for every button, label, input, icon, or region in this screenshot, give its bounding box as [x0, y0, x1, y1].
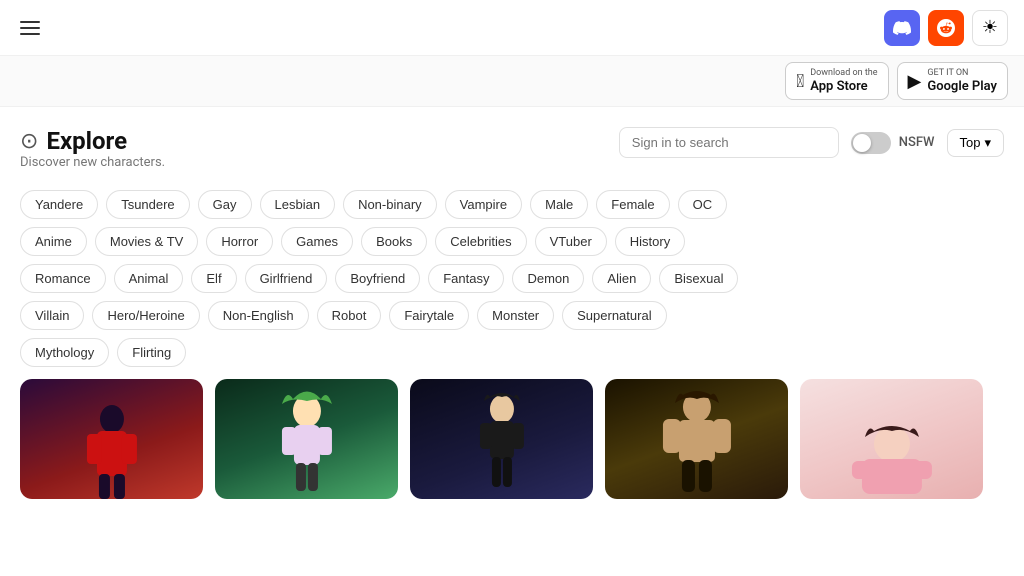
- reddit-button[interactable]: [928, 10, 964, 46]
- tag-supernatural[interactable]: Supernatural: [562, 301, 666, 330]
- character-cards: [20, 379, 1004, 499]
- character-card[interactable]: [20, 379, 203, 499]
- tag-anime[interactable]: Anime: [20, 227, 87, 256]
- tag-female[interactable]: Female: [596, 190, 669, 219]
- sort-label: Top: [960, 135, 981, 150]
- tag-gay[interactable]: Gay: [198, 190, 252, 219]
- tag-books[interactable]: Books: [361, 227, 427, 256]
- tag-history[interactable]: History: [615, 227, 685, 256]
- tags-row-1: Yandere Tsundere Gay LesbianNon-binary Vampi…: [20, 190, 1004, 219]
- tag-fairytale[interactable]: Fairytale: [389, 301, 469, 330]
- character-card[interactable]: [410, 379, 593, 499]
- tag-lesbian[interactable]: Lesbian: [260, 190, 336, 219]
- sort-button[interactable]: Top ▾: [947, 129, 1005, 157]
- apple-icon: : [796, 71, 804, 92]
- card-figure: [437, 391, 565, 499]
- google-play-small-text: GET IT ON: [927, 68, 997, 79]
- controls-right: NSFW Top ▾: [619, 127, 1004, 158]
- discord-button[interactable]: [884, 10, 920, 46]
- tags-row-5: Mythology Flirting: [20, 338, 1004, 367]
- header-right: ☀: [884, 10, 1008, 46]
- google-play-badge[interactable]: ▶ GET IT ON Google Play: [897, 62, 1008, 100]
- tag-vtuber[interactable]: VTuber: [535, 227, 607, 256]
- tag-non-binary[interactable]: Non-binary: [343, 190, 437, 219]
- tag-alien[interactable]: Alien: [592, 264, 651, 293]
- tag-bisexual[interactable]: Bisexual: [659, 264, 738, 293]
- tag-movies---tv[interactable]: Movies & TV: [95, 227, 198, 256]
- theme-icon: ☀: [982, 17, 998, 38]
- explore-subtitle: Discover new characters.: [20, 155, 165, 170]
- header: ☀: [0, 0, 1024, 56]
- nsfw-toggle[interactable]: [851, 132, 891, 154]
- google-play-name: Google Play: [927, 79, 997, 95]
- main-content: ⊙ Explore Discover new characters. NSFW …: [0, 107, 1024, 499]
- tag-tsundere[interactable]: Tsundere: [106, 190, 189, 219]
- tag-girlfriend[interactable]: Girlfriend: [245, 264, 328, 293]
- card-figure: [632, 391, 760, 499]
- tag-male[interactable]: Male: [530, 190, 588, 219]
- explore-icon: ⊙: [20, 129, 38, 154]
- app-store-name: App Store: [810, 79, 877, 95]
- app-store-small-text: Download on the: [810, 68, 877, 79]
- character-card[interactable]: [800, 379, 983, 499]
- card-figure: [242, 391, 370, 499]
- tag-demon[interactable]: Demon: [512, 264, 584, 293]
- store-bar:  Download on the App Store ▶ GET IT ON …: [0, 56, 1024, 107]
- search-input[interactable]: [619, 127, 839, 158]
- tag-horror[interactable]: Horror: [206, 227, 273, 256]
- chevron-down-icon: ▾: [984, 135, 991, 151]
- menu-button[interactable]: [16, 17, 44, 39]
- tag-hero-heroine[interactable]: Hero/Heroine: [92, 301, 199, 330]
- tag-boyfriend[interactable]: Boyfriend: [335, 264, 420, 293]
- explore-header: ⊙ Explore Discover new characters. NSFW …: [20, 127, 1004, 184]
- tags-row-2: Anime Movies & TV Horror Games Books Celebrit…: [20, 227, 1004, 256]
- tag-celebrities[interactable]: Celebrities: [435, 227, 526, 256]
- tag-mythology[interactable]: Mythology: [20, 338, 109, 367]
- character-card[interactable]: [215, 379, 398, 499]
- header-left: [16, 17, 44, 39]
- tag-yandere[interactable]: Yandere: [20, 190, 98, 219]
- tag-robot[interactable]: Robot: [317, 301, 382, 330]
- tags-row-4: Villain Hero/Heroine Non-English RobotFairy…: [20, 301, 1004, 330]
- tag-non-english[interactable]: Non-English: [208, 301, 309, 330]
- page-title: Explore: [46, 127, 127, 155]
- tag-fantasy[interactable]: Fantasy: [428, 264, 504, 293]
- theme-toggle-button[interactable]: ☀: [972, 10, 1008, 46]
- google-play-icon: ▶: [908, 71, 922, 92]
- character-card[interactable]: [605, 379, 788, 499]
- nsfw-control: NSFW: [851, 132, 935, 154]
- tag-romance[interactable]: Romance: [20, 264, 106, 293]
- tag-flirting[interactable]: Flirting: [117, 338, 186, 367]
- explore-title-row: ⊙ Explore: [20, 127, 165, 155]
- tags-row-3: Romance AnimalElf GirlfriendBoyfriend Fanta…: [20, 264, 1004, 293]
- tag-games[interactable]: Games: [281, 227, 353, 256]
- card-figure: [827, 391, 955, 499]
- tag-villain[interactable]: Villain: [20, 301, 84, 330]
- tags-section: Yandere Tsundere Gay LesbianNon-binary Vampi…: [20, 190, 1004, 367]
- tag-elf[interactable]: Elf: [191, 264, 236, 293]
- nsfw-label: NSFW: [899, 135, 935, 150]
- tag-oc[interactable]: OC: [678, 190, 728, 219]
- tag-vampire[interactable]: Vampire: [445, 190, 522, 219]
- card-figure: [47, 391, 175, 499]
- tag-animal[interactable]: Animal: [114, 264, 184, 293]
- app-store-badge[interactable]:  Download on the App Store: [785, 62, 888, 100]
- tag-monster[interactable]: Monster: [477, 301, 554, 330]
